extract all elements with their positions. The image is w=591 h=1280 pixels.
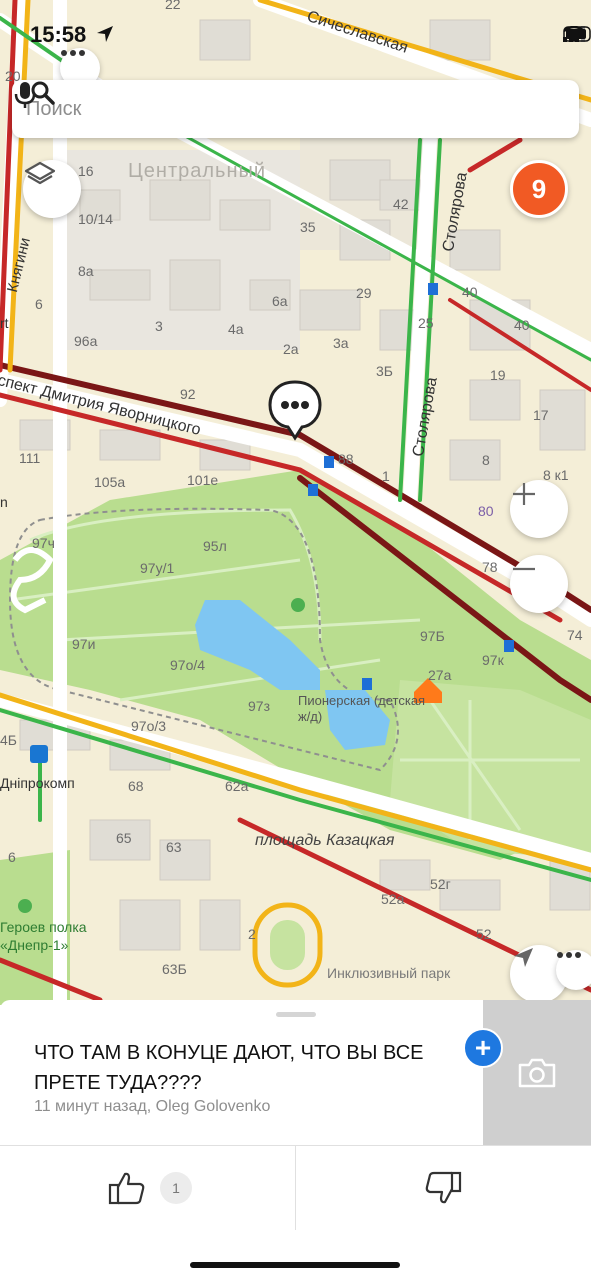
house-number: 63Б	[162, 961, 187, 977]
house-number: 111	[19, 450, 41, 466]
house-number: 3Б	[376, 363, 393, 379]
house-number: 40	[514, 317, 530, 333]
house-number: 8	[482, 452, 490, 468]
house-number: 97ч	[32, 535, 55, 551]
house-number: 97Б	[420, 628, 445, 644]
report-text: ЧТО ТАМ В КОНУЦЕ ДАЮТ, ЧТО ВЫ ВСЕ ПРЕТЕ …	[34, 1042, 424, 1094]
more-dots-icon	[557, 952, 581, 958]
like-button[interactable]: 1	[108, 1170, 192, 1206]
house-number: 88	[338, 451, 354, 467]
map-canvas	[0, 0, 591, 1005]
thumbs-up-icon	[108, 1172, 145, 1205]
zoom-out-button[interactable]	[510, 555, 568, 613]
house-number: 29	[356, 285, 372, 301]
house-number: 97о/3	[131, 718, 167, 734]
house-number: 74	[567, 627, 583, 643]
house-number: n	[0, 494, 8, 510]
house-number: 52а	[381, 891, 405, 907]
house-number: 62а	[225, 778, 249, 794]
battery-icon	[563, 26, 591, 42]
house-number: 3а	[333, 335, 349, 351]
house-number: 105а	[94, 474, 126, 490]
house-number: 78	[482, 559, 498, 575]
house-number: 35	[300, 219, 316, 235]
house-number: 97у/1	[140, 560, 175, 576]
house-number: 101е	[187, 472, 219, 488]
map-view[interactable]: Сичеславская спект Дмитрия Яворницкого С…	[0, 0, 591, 1005]
more-dots-icon	[61, 50, 85, 56]
report-meta: 11 минут назад, Oleg Golovenko	[34, 1098, 271, 1115]
house-number: 95л	[203, 538, 227, 554]
house-number: rt	[0, 315, 9, 331]
street-label-kazatskaya: площадь Казацкая	[255, 832, 395, 849]
house-number: 16	[78, 163, 94, 179]
house-number: 19	[490, 367, 506, 383]
minus-icon	[513, 567, 535, 571]
house-number: 6	[35, 296, 43, 312]
zoom-in-button[interactable]	[510, 480, 568, 538]
house-number: 80	[478, 503, 494, 519]
house-number: 65	[116, 830, 132, 846]
house-number: 97к	[482, 652, 504, 668]
layers-button[interactable]	[23, 160, 81, 218]
report-sheet: ЧТО ТАМ В КОНУЦЕ ДАЮТ, ЧТО ВЫ ВСЕ ПРЕТЕ …	[0, 1000, 591, 1280]
dislike-button[interactable]	[424, 1170, 462, 1211]
house-number: 6	[8, 849, 16, 865]
house-number: 27а	[428, 667, 452, 683]
navigation-arrow-icon	[514, 948, 533, 967]
house-number: 4а	[228, 321, 244, 337]
divider	[295, 1146, 296, 1230]
microphone-icon[interactable]	[12, 80, 38, 110]
chat-marker-edge[interactable]	[556, 950, 591, 990]
district-label-central: Центральный	[128, 160, 267, 182]
house-number: 4Б	[0, 732, 17, 748]
plus-icon: +	[474, 1032, 492, 1063]
plus-icon	[513, 483, 535, 505]
house-number: 63	[166, 839, 182, 855]
thumbs-down-icon	[425, 1171, 462, 1204]
home-indicator	[190, 1262, 400, 1268]
like-count: 1	[160, 1172, 192, 1204]
place-label-geroev-polka: Героев полка «Днепр-1»	[0, 919, 87, 953]
house-number: 52	[476, 926, 492, 942]
house-number: 96а	[74, 333, 98, 349]
house-number: 25	[418, 315, 434, 331]
camera-icon	[518, 1058, 556, 1087]
house-number: 42	[393, 196, 409, 212]
house-number: 97з	[248, 698, 270, 714]
layers-icon	[24, 161, 56, 185]
place-label-dniprokomp: Дніпрокомп	[0, 775, 75, 791]
house-number: 8а	[78, 263, 94, 279]
house-number: 1	[382, 468, 390, 484]
house-number: 3	[155, 318, 163, 334]
house-number: 52г	[430, 876, 451, 892]
status-time: 15:58	[30, 22, 87, 47]
house-number: 6а	[272, 293, 288, 309]
house-number: 40	[462, 284, 478, 300]
search-bar[interactable]	[12, 80, 579, 138]
sheet-grab-handle[interactable]	[276, 1012, 316, 1017]
house-number: 97и	[72, 636, 96, 652]
house-number: 97о/4	[170, 657, 206, 673]
house-number: 17	[533, 407, 549, 423]
house-number: 2	[248, 926, 256, 942]
house-number: 92	[180, 386, 196, 402]
house-number: 10/14	[78, 211, 114, 227]
add-comment-button[interactable]: +	[463, 1028, 503, 1068]
house-number: 68	[128, 778, 144, 794]
chat-marker-selected[interactable]	[266, 378, 324, 442]
place-label-inclusive-park: Инклюзивный парк	[327, 965, 451, 981]
search-input[interactable]	[24, 96, 579, 122]
traffic-score-badge[interactable]: 9	[510, 160, 568, 218]
location-arrow-icon	[97, 26, 113, 42]
house-number: 2а	[283, 341, 299, 357]
add-photo-button[interactable]	[483, 1000, 591, 1145]
place-label-pionerskaya: Пионерская (детская ж/д)	[298, 693, 426, 724]
